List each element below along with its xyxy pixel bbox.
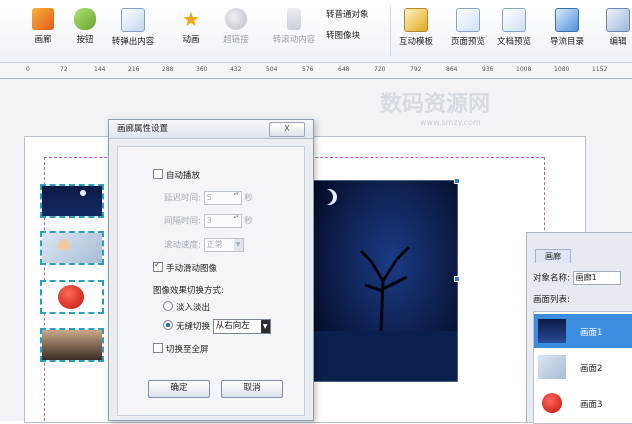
apple-icon (58, 285, 84, 309)
ruler-tick: 1152 (592, 66, 608, 73)
effect-label: 图像效果切换方式: (153, 286, 224, 296)
chevron-down-icon: ▼ (233, 239, 243, 251)
frame-thumb-night (538, 319, 566, 343)
toolbar: 画廊 按钮 转弹出内容 ★ 动画 超链接 转滚动内容 转普通对象 转图像块 互动… (0, 0, 632, 63)
radio-circle (163, 301, 173, 311)
to-normal-object-button[interactable]: 转普通对象 (326, 8, 386, 20)
interval-spinner[interactable]: 3 (203, 214, 242, 228)
popup-doc-icon (121, 8, 145, 32)
ruler-tick: 288 (162, 66, 174, 73)
list-item[interactable]: 画面2 (534, 350, 632, 384)
radio-circle (163, 320, 173, 330)
ruler-tick: 432 (230, 66, 242, 73)
horizontal-ruler: 0 72 144 216 288 360 432 504 576 648 720… (0, 63, 632, 79)
button-button[interactable]: 按钮 (71, 4, 99, 58)
frame-thumb-apple (538, 391, 566, 415)
ruler-tick: 0 (26, 66, 30, 73)
manual-slide-checkbox[interactable]: 手动滑动图像 (153, 260, 217, 274)
night-image (42, 186, 102, 216)
scroll-content-button[interactable]: 转滚动内容 (266, 4, 322, 58)
resize-handle[interactable] (454, 178, 460, 184)
gallery-thumb-baby[interactable] (40, 231, 104, 265)
list-item[interactable]: 画面1 (534, 314, 632, 348)
ruler-tick: 576 (302, 66, 314, 73)
apple-icon (542, 393, 562, 413)
checkbox-box (153, 343, 163, 353)
delay-row: 延迟时间: 5 秒 (164, 191, 253, 205)
edit-icon (606, 8, 630, 32)
hyperlink-button[interactable]: 超链接 (219, 4, 253, 58)
star-icon: ★ (182, 7, 200, 31)
edit-button[interactable]: 编辑 (604, 4, 632, 58)
ruler-tick: 216 (128, 66, 140, 73)
ruler-tick: 72 (60, 66, 68, 73)
delay-spinner[interactable]: 5 (203, 191, 242, 205)
close-button[interactable]: X (269, 122, 305, 137)
gallery-thumb-apple[interactable] (40, 280, 104, 314)
ruler-tick: 144 (94, 66, 106, 73)
list-item[interactable]: 画面3 (534, 386, 632, 420)
frame-list-label: 画面列表: (533, 295, 570, 305)
ruler-tick: 1080 (554, 66, 570, 73)
convert-group: 转普通对象 转图像块 (326, 8, 386, 50)
ruler-tick: 504 (266, 66, 278, 73)
animation-button[interactable]: ★ 动画 (176, 4, 206, 58)
popup-content-button[interactable]: 转弹出内容 (105, 4, 161, 58)
toc-icon (555, 8, 579, 32)
nav-toc-button[interactable]: 导流目录 (547, 4, 587, 58)
speed-select[interactable]: 正常 ▼ (203, 238, 244, 252)
object-name-row: 对象名称: 画廊1 (533, 271, 621, 285)
link-icon (225, 8, 247, 30)
template-icon (404, 8, 428, 32)
interval-row: 间隔时间: 3 秒 (164, 214, 253, 228)
ruler-tick: 936 (482, 66, 494, 73)
hand-pointer-icon (74, 8, 96, 30)
ruler-tick: 1008 (516, 66, 532, 73)
seamless-radio[interactable]: 无缝切换 从右向左 ▼ (163, 319, 271, 334)
ruler-tick: 360 (196, 66, 208, 73)
ruler-tick: 648 (338, 66, 350, 73)
autoplay-checkbox[interactable]: 自动播放 (153, 169, 200, 181)
page-preview-button[interactable]: 页面预览 (448, 4, 488, 58)
cancel-button[interactable]: 取消 (221, 380, 283, 398)
checkbox-box (153, 260, 163, 272)
resize-handle[interactable] (454, 276, 460, 282)
gallery-properties-panel: 画廊 对象名称: 画廊1 画面列表: 画面1 画面2 画面3 (526, 232, 632, 424)
baby-face-icon (58, 239, 70, 251)
ok-button[interactable]: 确定 (148, 380, 210, 398)
gallery-thumb-couple[interactable] (40, 328, 104, 362)
page-preview-icon (456, 8, 480, 32)
speed-row: 滚动速度: 正常 ▼ (164, 238, 244, 252)
fullscreen-checkbox[interactable]: 切换至全屏 (153, 343, 209, 355)
interactive-template-button[interactable]: 互动模板 (394, 4, 438, 58)
baby-image (42, 233, 102, 263)
chevron-down-icon: ▼ (260, 320, 270, 333)
ruler-tick: 792 (410, 66, 422, 73)
tree-silhouette (311, 245, 457, 381)
ruler-tick: 720 (374, 66, 386, 73)
scroll-icon (287, 8, 301, 30)
to-image-block-button[interactable]: 转图像块 (326, 29, 386, 41)
doc-preview-icon (502, 8, 526, 32)
fade-radio[interactable]: 淡入淡出 (163, 301, 210, 313)
couple-image (42, 330, 102, 360)
watermark: 数码资源网 www.smzy.com (380, 92, 491, 127)
ruler-tick: 864 (446, 66, 458, 73)
moon-icon (80, 190, 86, 196)
frame-thumb-baby (538, 355, 566, 379)
doc-preview-button[interactable]: 文档预览 (494, 4, 534, 58)
direction-select[interactable]: 从右向左 ▼ (212, 319, 271, 334)
gallery-thumb-night[interactable] (40, 184, 104, 218)
dialog-body: 自动播放 延迟时间: 5 秒 间隔时间: 3 秒 滚动速度: 正常▼ 手动滑动图… (117, 146, 305, 416)
gallery-preview-image[interactable] (310, 180, 458, 382)
gallery-icon (32, 8, 54, 30)
gallery-button[interactable]: 画廊 (29, 4, 57, 58)
gallery-settings-dialog: 画廊属性设置 X 自动播放 延迟时间: 5 秒 间隔时间: 3 秒 滚动速度: … (108, 119, 314, 421)
toolbar-divider (390, 6, 391, 56)
checkbox-box (153, 169, 163, 179)
object-name-field[interactable]: 画廊1 (572, 271, 621, 285)
frame-list[interactable]: 画面1 画面2 画面3 (533, 311, 632, 424)
tab-gallery[interactable]: 画廊 (535, 249, 571, 263)
